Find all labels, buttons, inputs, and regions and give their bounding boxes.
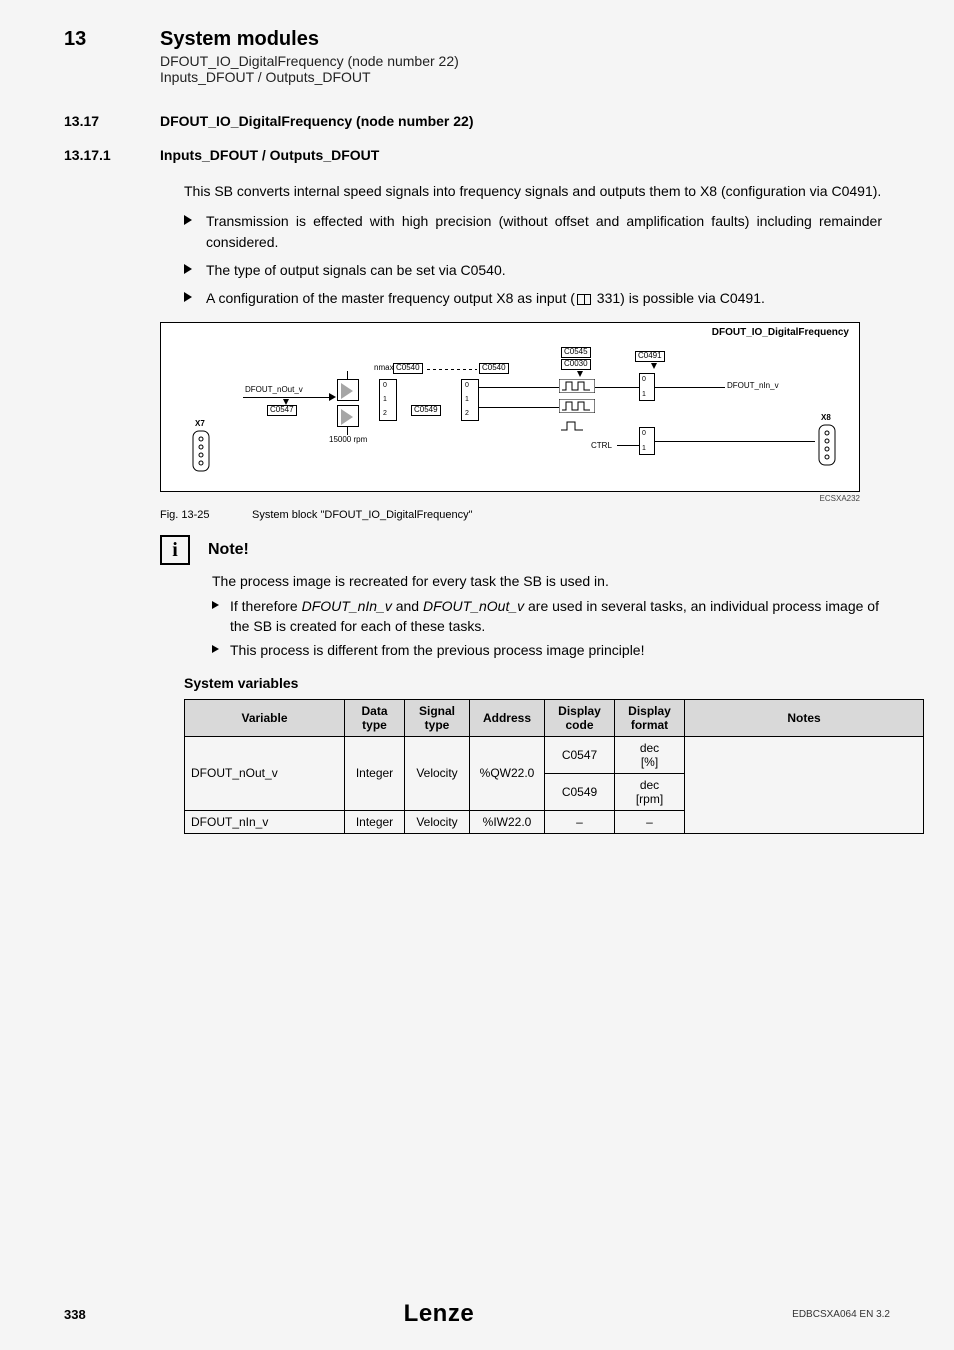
info-icon: i — [160, 535, 190, 565]
figure-caption: System block "DFOUT_IO_DigitalFrequency" — [252, 509, 473, 521]
brand-logo: Lenze — [404, 1300, 475, 1328]
chapter-title: System modules — [160, 28, 319, 51]
td-fmt: dec[rpm] — [615, 773, 685, 810]
note-italic: DFOUT_nIn_v — [302, 598, 392, 614]
variables-table: Variable Data type Signal type Address D… — [184, 699, 924, 834]
chapter-number: 13 — [64, 28, 160, 51]
td-code: C0549 — [545, 773, 615, 810]
nmax-label: nmax — [374, 363, 394, 372]
gain-block-icon — [337, 405, 359, 427]
mux-port: 0 — [465, 382, 469, 389]
note-text: If therefore — [230, 598, 302, 614]
th-variable: Variable — [185, 699, 345, 736]
td-variable: DFOUT_nIn_v — [185, 810, 345, 833]
th-display-code: Display code — [545, 699, 615, 736]
td-dtype: Integer — [345, 736, 405, 810]
mux-block: 0 1 2 — [461, 379, 479, 421]
td-variable: DFOUT_nOut_v — [185, 736, 345, 810]
switch-block: 0 1 — [639, 373, 655, 401]
mux-port: 2 — [465, 410, 469, 417]
page-footer: 338 Lenze EDBCSXA064 EN 3.2 — [64, 1300, 890, 1328]
header-subtitle-2: Inputs_DFOUT / Outputs_DFOUT — [160, 69, 890, 85]
td-code: – — [545, 810, 615, 833]
th-display-format: Display format — [615, 699, 685, 736]
section-number: 13.17 — [64, 113, 160, 129]
x7-label: X7 — [195, 419, 205, 428]
td-code: C0547 — [545, 736, 615, 773]
note-body: The process image is recreated for every… — [212, 571, 890, 660]
mux-port: 2 — [383, 410, 387, 417]
th-data-type: Data type — [345, 699, 405, 736]
code-c0547: C0547 — [267, 405, 297, 416]
bullet-text: A configuration of the master frequency … — [206, 290, 575, 306]
arrow-down-icon — [283, 399, 289, 405]
note-text: and — [392, 598, 423, 614]
th-notes: Notes — [685, 699, 924, 736]
system-variables-heading: System variables — [184, 675, 890, 691]
diagram-title: DFOUT_IO_DigitalFrequency — [712, 327, 849, 338]
code-c0030: C0030 — [561, 359, 591, 370]
note-paragraph: The process image is recreated for every… — [212, 571, 890, 591]
x7-connector-icon — [191, 429, 211, 473]
td-fmt: – — [615, 810, 685, 833]
subsection-number: 13.17.1 — [64, 147, 160, 163]
bullet-item: A configuration of the master frequency … — [184, 288, 882, 308]
arrow-down-icon — [651, 363, 657, 369]
code-c0549: C0549 — [411, 405, 441, 416]
code-c0540: C0540 — [479, 363, 509, 374]
mux-port: 1 — [465, 396, 469, 403]
note-bullet: This process is different from the previ… — [212, 640, 890, 660]
switch-port: 0 — [642, 376, 646, 383]
switch-block: 0 1 — [639, 427, 655, 455]
bullet-list: Transmission is effected with high preci… — [184, 211, 882, 308]
mux-port: 1 — [383, 396, 387, 403]
x8-label: X8 — [821, 413, 831, 422]
dfout-nin-label: DFOUT_nIn_v — [727, 381, 779, 390]
figure-number: Fig. 13-25 — [160, 509, 252, 521]
x8-connector-icon — [817, 423, 837, 467]
dfout-nout-label: DFOUT_nOut_v — [245, 385, 303, 394]
td-stype: Velocity — [405, 810, 470, 833]
arrow-right-icon — [329, 393, 336, 401]
header-subtitle-1: DFOUT_IO_DigitalFrequency (node number 2… — [160, 53, 890, 69]
switch-port: 1 — [642, 445, 646, 452]
switch-port: 1 — [642, 391, 646, 398]
bullet-text: 331) is possible via C0491. — [593, 290, 765, 306]
ctrl-label: CTRL — [591, 441, 612, 450]
td-notes — [685, 736, 924, 833]
bullet-item: The type of output signals can be set vi… — [184, 260, 882, 280]
td-dtype: Integer — [345, 810, 405, 833]
waveform-icon — [559, 419, 587, 433]
mux-block: 0 1 2 — [379, 379, 397, 421]
block-diagram: DFOUT_IO_DigitalFrequency X7 DFOUT_nOut_… — [160, 322, 860, 492]
arrow-down-icon — [577, 371, 583, 377]
diagram-id: ECSXA232 — [160, 494, 860, 503]
td-fmt: dec[%] — [615, 736, 685, 773]
td-addr: %QW22.0 — [470, 736, 545, 810]
table-row: DFOUT_nOut_v Integer Velocity %QW22.0 C0… — [185, 736, 924, 773]
note-bullet: If therefore DFOUT_nIn_v and DFOUT_nOut_… — [212, 596, 890, 637]
intro-paragraph: This SB converts internal speed signals … — [184, 181, 882, 201]
book-icon — [577, 294, 591, 305]
code-c0545: C0545 — [561, 347, 591, 358]
td-addr: %IW22.0 — [470, 810, 545, 833]
th-address: Address — [470, 699, 545, 736]
note-title: Note! — [208, 541, 249, 559]
code-c0491: C0491 — [635, 351, 665, 362]
document-id: EDBCSXA064 EN 3.2 — [792, 1309, 890, 1320]
th-signal-type: Signal type — [405, 699, 470, 736]
switch-port: 0 — [642, 430, 646, 437]
page-number: 338 — [64, 1307, 86, 1322]
subsection-title: Inputs_DFOUT / Outputs_DFOUT — [160, 147, 379, 163]
code-c0540: C0540 — [393, 363, 423, 374]
section-title: DFOUT_IO_DigitalFrequency (node number 2… — [160, 113, 474, 129]
note-italic: DFOUT_nOut_v — [423, 598, 524, 614]
td-stype: Velocity — [405, 736, 470, 810]
mux-port: 0 — [383, 382, 387, 389]
waveform-icon — [559, 399, 595, 413]
rpm-label: 15000 rpm — [329, 435, 367, 444]
waveform-icon — [559, 379, 595, 393]
gain-block-icon — [337, 379, 359, 401]
bullet-item: Transmission is effected with high preci… — [184, 211, 882, 252]
